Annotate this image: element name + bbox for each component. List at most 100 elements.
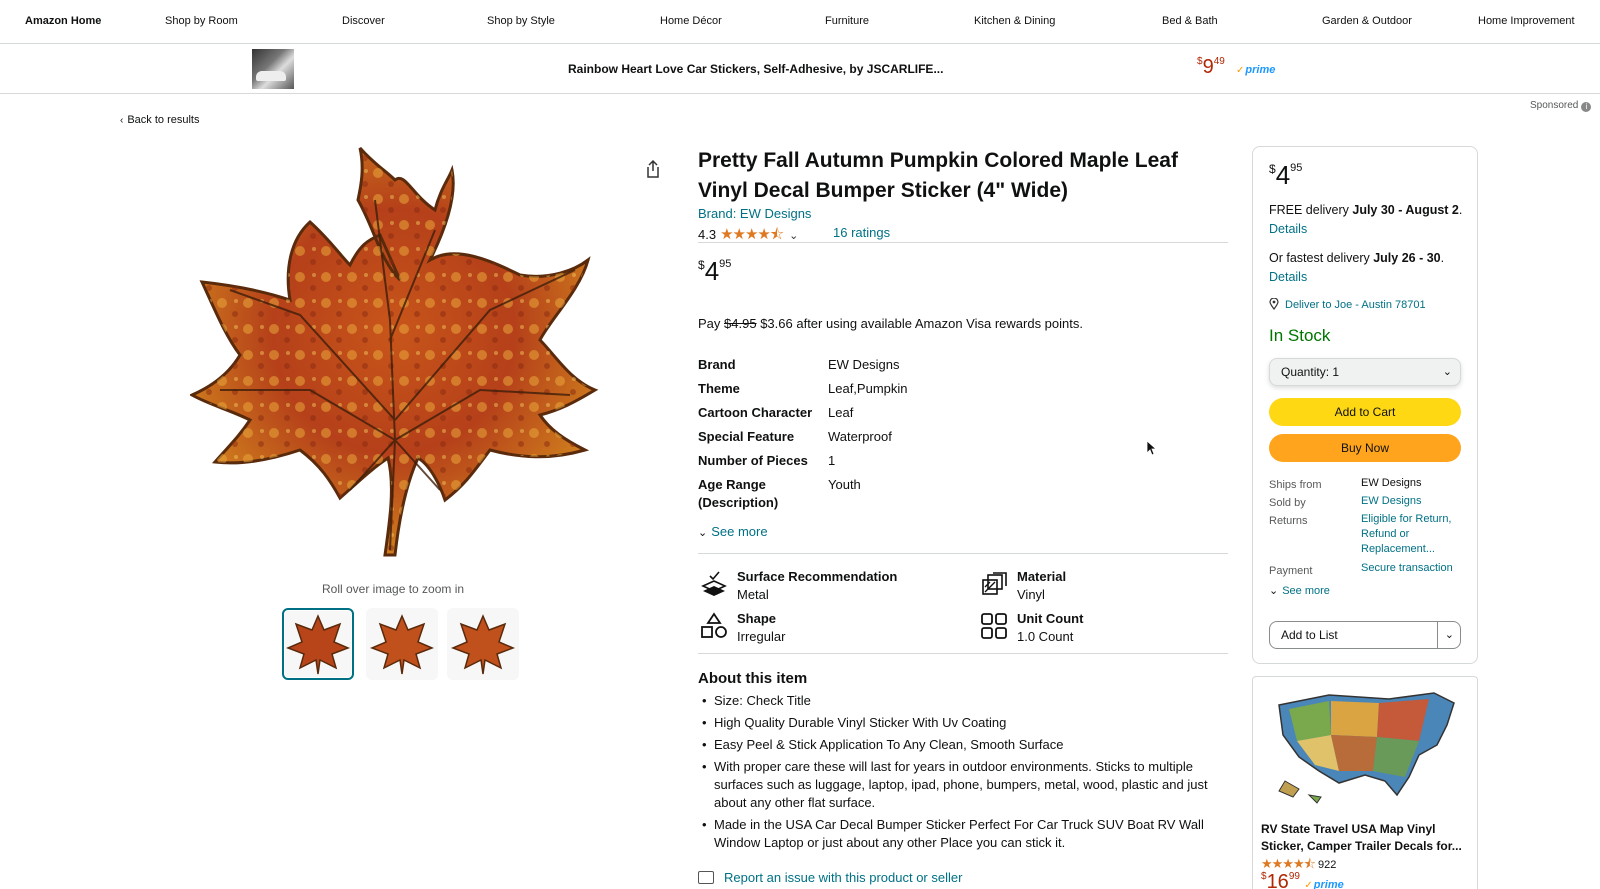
- share-icon[interactable]: [642, 158, 664, 180]
- spec-value-theme: Leaf,Pumpkin: [828, 381, 908, 396]
- nav-garden-outdoor[interactable]: Garden & Outdoor: [1322, 15, 1412, 27]
- banner-product-title[interactable]: Rainbow Heart Love Car Stickers, Self-Ad…: [568, 62, 943, 76]
- rewards-pay-line: Pay $4.95 $3.66 after using available Am…: [698, 316, 1083, 331]
- returns-label: Returns: [1269, 515, 1308, 527]
- spec-key-age-range: Age Range (Description): [698, 477, 779, 510]
- rating-summary[interactable]: 4.3 ★★★★⯪ ⌄: [698, 224, 798, 249]
- nav-furniture[interactable]: Furniture: [825, 15, 869, 27]
- list-item: High Quality Durable Vinyl Sticker With …: [698, 714, 1228, 732]
- spec-key-special-feature: Special Feature: [698, 429, 795, 444]
- fastest-delivery-text: Or fastest delivery July 26 - 30. Detail…: [1269, 251, 1445, 284]
- mouse-cursor-icon: [1146, 440, 1156, 456]
- chevron-down-icon[interactable]: ⌄: [1445, 622, 1454, 648]
- chevron-down-icon: ⌄: [1442, 366, 1452, 378]
- ships-from-value: EW Designs: [1361, 477, 1422, 489]
- about-bullets: Size: Check Title High Quality Durable V…: [698, 692, 1228, 856]
- divider: [1437, 622, 1438, 648]
- list-item: With proper care these will last for yea…: [698, 758, 1228, 812]
- spec-key-cartoon-character: Cartoon Character: [698, 405, 813, 420]
- report-issue-link[interactable]: Report an issue with this product or sel…: [698, 870, 962, 885]
- nav-home-decor[interactable]: Home Décor: [660, 15, 722, 27]
- nav-discover[interactable]: Discover: [342, 15, 385, 27]
- banner-price: $949: [1197, 56, 1225, 78]
- chevron-left-icon: ‹: [120, 115, 124, 126]
- brand-link[interactable]: Brand: EW Designs: [698, 206, 811, 221]
- nav-home-improvement[interactable]: Home Improvement: [1478, 15, 1575, 27]
- comment-icon: [698, 871, 714, 884]
- spec-value-brand: EW Designs: [828, 357, 900, 372]
- buy-now-button[interactable]: Buy Now: [1269, 434, 1461, 462]
- feature-value-surface: Metal: [737, 587, 769, 602]
- sold-by-link[interactable]: EW Designs: [1361, 494, 1461, 509]
- chevron-down-icon[interactable]: ⌄: [789, 230, 798, 242]
- spec-key-theme: Theme: [698, 381, 740, 396]
- shape-icon: [701, 612, 727, 638]
- list-item: Easy Peel & Stick Application To Any Cle…: [698, 736, 1228, 754]
- stock-status: In Stock: [1269, 326, 1331, 345]
- quantity-select[interactable]: Quantity: 1 ⌄: [1269, 358, 1461, 386]
- feature-label-shape: Shape: [737, 611, 777, 626]
- quantity-value: 1: [1332, 365, 1340, 379]
- feature-label-surface: Surface Recommendation: [737, 569, 898, 584]
- add-to-cart-button[interactable]: Add to Cart: [1269, 398, 1461, 426]
- sponsored-product-card[interactable]: RV State Travel USA Map Vinyl Sticker, C…: [1252, 676, 1478, 889]
- top-nav: Amazon Home Shop by Room Discover Shop b…: [0, 0, 1600, 44]
- location-pin-icon: [1269, 298, 1279, 310]
- thumbnail-1[interactable]: [282, 608, 354, 680]
- product-main-image[interactable]: [190, 140, 610, 570]
- usa-map-sticker-image[interactable]: [1269, 685, 1461, 809]
- material-icon: [982, 572, 1007, 595]
- nav-shop-by-style[interactable]: Shop by Style: [487, 15, 555, 27]
- nav-bed-bath[interactable]: Bed & Bath: [1162, 15, 1218, 27]
- surface-icon: [701, 571, 727, 596]
- product-title: Pretty Fall Autumn Pumpkin Colored Maple…: [698, 149, 1178, 202]
- ad-rating-count: 922: [1318, 859, 1337, 871]
- thumbnail-2[interactable]: [366, 608, 438, 680]
- sponsored-label: Sponsored i: [1530, 100, 1592, 112]
- payment-link[interactable]: Secure transaction: [1361, 561, 1461, 576]
- star-rating-icon: ★★★★⯪: [720, 226, 784, 243]
- ad-product-title[interactable]: RV State Travel USA Map Vinyl Sticker, C…: [1261, 821, 1471, 855]
- divider: [698, 242, 1228, 243]
- zoom-hint: Roll over image to zoom in: [322, 582, 465, 596]
- info-icon[interactable]: i: [1581, 102, 1592, 112]
- feature-value-shape: Irregular: [737, 629, 786, 644]
- nav-shop-by-room[interactable]: Shop by Room: [165, 15, 238, 27]
- spec-value-number-of-pieces: 1: [828, 453, 836, 468]
- spec-value-special-feature: Waterproof: [828, 429, 892, 444]
- nav-amazon-home[interactable]: Amazon Home: [25, 15, 101, 27]
- returns-link[interactable]: Eligible for Return, Refund or Replaceme…: [1361, 512, 1461, 557]
- feature-value-material: Vinyl: [1017, 587, 1045, 602]
- spec-value-cartoon-character: Leaf: [828, 405, 854, 420]
- fastest-details-link[interactable]: Details: [1269, 270, 1307, 284]
- banner-product-thumbnail[interactable]: [252, 49, 294, 89]
- product-price: $495: [698, 256, 732, 286]
- sponsored-banner[interactable]: Rainbow Heart Love Car Stickers, Self-Ad…: [0, 44, 1600, 94]
- rating-value: 4.3: [698, 227, 717, 242]
- list-item: Made in the USA Car Decal Bumper Sticker…: [698, 816, 1228, 852]
- list-item: Size: Check Title: [698, 692, 1228, 710]
- specs-see-more-link[interactable]: ⌄ See more: [698, 524, 768, 539]
- nav-kitchen-dining[interactable]: Kitchen & Dining: [974, 15, 1055, 27]
- delivery-details-link[interactable]: Details: [1269, 222, 1307, 236]
- ships-from-label: Ships from: [1269, 479, 1322, 491]
- thumbnail-3[interactable]: [447, 608, 519, 680]
- star-rating-icon: ★★★★⯪: [1261, 856, 1316, 871]
- divider: [698, 653, 1228, 654]
- chevron-down-icon: ⌄: [1269, 585, 1279, 597]
- add-to-list-button[interactable]: Add to List ⌄: [1269, 621, 1461, 649]
- free-delivery-text: FREE delivery July 30 - August 2. Detail…: [1269, 203, 1463, 236]
- sold-by-label: Sold by: [1269, 497, 1306, 509]
- payment-label: Payment: [1269, 565, 1313, 577]
- about-this-item-heading: About this item: [698, 670, 808, 687]
- buybox-price: $495: [1269, 160, 1303, 190]
- unit-count-icon: [981, 613, 1007, 639]
- deliver-to-link[interactable]: Deliver to Joe - Austin 78701: [1269, 298, 1426, 311]
- ratings-count-link[interactable]: 16 ratings: [833, 225, 890, 240]
- feature-label-material: Material: [1017, 569, 1067, 584]
- buybox-see-more-link[interactable]: ⌄ See more: [1269, 584, 1330, 597]
- spec-value-age-range: Youth: [828, 477, 861, 492]
- back-to-results-link[interactable]: ‹ Back to results: [120, 114, 199, 126]
- chevron-down-icon: ⌄: [698, 527, 708, 539]
- divider: [698, 553, 1228, 554]
